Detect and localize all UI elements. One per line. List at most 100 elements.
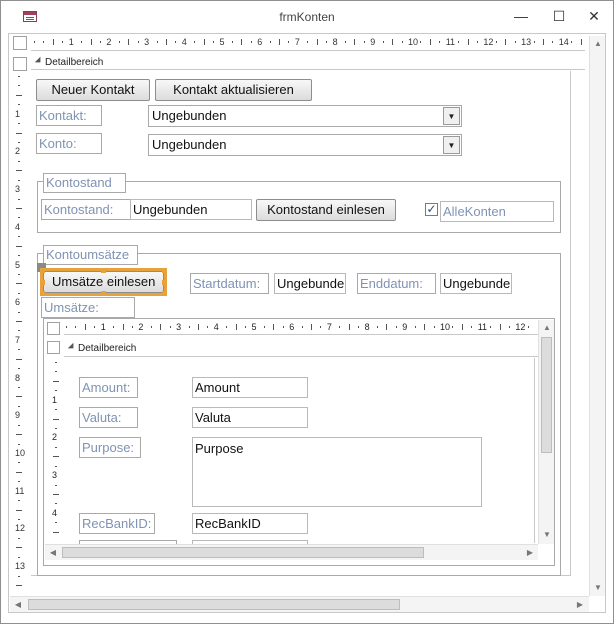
ruler-tick	[18, 330, 20, 332]
ruler-tick	[55, 427, 57, 429]
resize-handle[interactable]	[101, 268, 106, 273]
ruler-tick	[18, 368, 20, 370]
subform-vertical-scrollbar[interactable]: ▲ ▼	[538, 320, 554, 544]
ruler-tick	[55, 503, 57, 505]
purpose-label: Purpose:	[79, 437, 141, 458]
ruler-tick	[250, 41, 252, 43]
ruler-tick	[55, 362, 57, 363]
read-transactions-button[interactable]: Umsätze einlesen	[43, 271, 164, 293]
scroll-right-icon[interactable]: ▶	[572, 597, 588, 613]
ruler-tick	[433, 326, 435, 328]
ruler-tick	[18, 273, 20, 275]
scroll-right-icon[interactable]: ▶	[522, 545, 538, 561]
ruler-number: 4	[52, 507, 58, 518]
minimize-button[interactable]: —	[506, 5, 536, 27]
ruler-tick	[53, 380, 59, 382]
scroll-thumb[interactable]	[541, 337, 552, 453]
ruler-number: 4	[213, 322, 219, 332]
valuta-field[interactable]: Valuta	[192, 407, 308, 428]
resize-handle[interactable]	[40, 291, 45, 296]
ruler-number: 2	[15, 146, 21, 157]
purpose-field[interactable]: Purpose	[192, 437, 482, 507]
dropdown-arrow-icon[interactable]: ▼	[443, 136, 460, 154]
kontakt-combobox[interactable]: Ungebunden ▼	[148, 105, 462, 127]
ruler-tick	[552, 41, 554, 43]
amount-field[interactable]: Amount	[192, 377, 308, 398]
subform-horizontal-scrollbar[interactable]: ◀ ▶	[45, 544, 538, 560]
ruler-tick	[160, 324, 162, 330]
ruler-tick	[213, 41, 215, 43]
recbankid-label: RecBankID:	[79, 513, 155, 534]
resize-handle[interactable]	[162, 291, 167, 296]
scroll-down-icon[interactable]: ▼	[539, 527, 555, 543]
ruler-tick	[508, 326, 510, 328]
start-date-field[interactable]: Ungebunde	[274, 273, 346, 294]
ruler-tick	[55, 446, 57, 448]
konto-combobox[interactable]: Ungebunden ▼	[148, 134, 462, 156]
resize-handle[interactable]	[162, 268, 167, 273]
ruler-tick	[16, 471, 22, 473]
ruler-number: 1	[52, 394, 58, 405]
ruler-tick	[18, 424, 20, 426]
ruler-tick	[339, 326, 341, 328]
scroll-thumb[interactable]	[28, 599, 400, 610]
ruler-number: 5	[251, 322, 257, 332]
konto-value: Ungebunden	[152, 137, 227, 152]
kontostand-field[interactable]: Ungebunden	[130, 199, 252, 220]
section-selector[interactable]	[13, 57, 27, 71]
scroll-left-icon[interactable]: ◀	[10, 597, 26, 613]
ruler-number: 9	[402, 322, 408, 332]
vertical-scrollbar[interactable]: ▲ ▼	[589, 36, 605, 596]
alle-konten-checkbox[interactable]: ✓	[425, 203, 438, 216]
kontoumsaetze-group-label: Kontoumsätze	[43, 245, 138, 265]
update-contact-button[interactable]: Kontakt aktualisieren	[155, 79, 312, 101]
ruler-tick	[16, 283, 22, 285]
start-date-label: Startdatum:	[190, 273, 269, 294]
ruler-tick	[18, 462, 20, 464]
scroll-left-icon[interactable]: ◀	[45, 545, 61, 561]
ruler-tick	[94, 326, 96, 328]
ruler-number: 5	[219, 37, 225, 47]
maximize-button[interactable]: ☐	[544, 5, 574, 27]
ruler-tick	[420, 41, 422, 43]
ruler-tick	[128, 39, 130, 45]
ruler-tick	[18, 387, 20, 389]
subform-ruler-corner[interactable]	[47, 322, 60, 335]
ruler-tick	[245, 326, 247, 328]
ruler-tick	[53, 456, 59, 458]
kontostand-read-button[interactable]: Kontostand einlesen	[256, 199, 396, 221]
scroll-up-icon[interactable]: ▲	[590, 36, 606, 52]
alle-konten-label: AlleKonten	[440, 201, 554, 222]
dropdown-arrow-icon[interactable]: ▼	[443, 107, 460, 125]
subform-detail-section-bar[interactable]: Detailbereich	[64, 342, 538, 357]
ruler-tick	[16, 358, 22, 360]
konto-label: Konto:	[36, 133, 102, 154]
detail-section-bar[interactable]: Detailbereich	[31, 56, 585, 70]
ruler-tick	[424, 324, 426, 330]
close-button[interactable]: ✕	[579, 5, 609, 27]
resize-handle[interactable]	[101, 291, 106, 296]
ruler-tick	[52, 39, 54, 45]
recbankid-field[interactable]: RecBankID	[192, 513, 308, 534]
ruler-tick	[113, 326, 115, 328]
ruler-tick	[55, 409, 57, 411]
ruler-number: 4	[15, 221, 21, 232]
ruler-tick	[301, 326, 303, 328]
resize-handle[interactable]	[162, 280, 167, 285]
ruler-tick	[392, 39, 394, 45]
ruler-tick	[18, 537, 20, 539]
scroll-down-icon[interactable]: ▼	[590, 580, 606, 596]
horizontal-scrollbar[interactable]: ◀ ▶	[10, 596, 589, 612]
resize-handle[interactable]	[40, 280, 45, 285]
end-date-field[interactable]: Ungebunde	[440, 273, 512, 294]
ruler-tick	[203, 39, 205, 45]
subform-section-selector[interactable]	[47, 341, 60, 354]
scroll-thumb[interactable]	[62, 547, 424, 558]
ruler-number: 14	[558, 37, 569, 47]
scroll-up-icon[interactable]: ▲	[539, 320, 555, 336]
ruler-corner[interactable]	[13, 36, 27, 50]
new-contact-button[interactable]: Neuer Kontakt	[36, 79, 150, 101]
resize-handle[interactable]	[40, 268, 45, 273]
ruler-tick	[16, 245, 22, 247]
ruler-tick	[175, 41, 177, 43]
